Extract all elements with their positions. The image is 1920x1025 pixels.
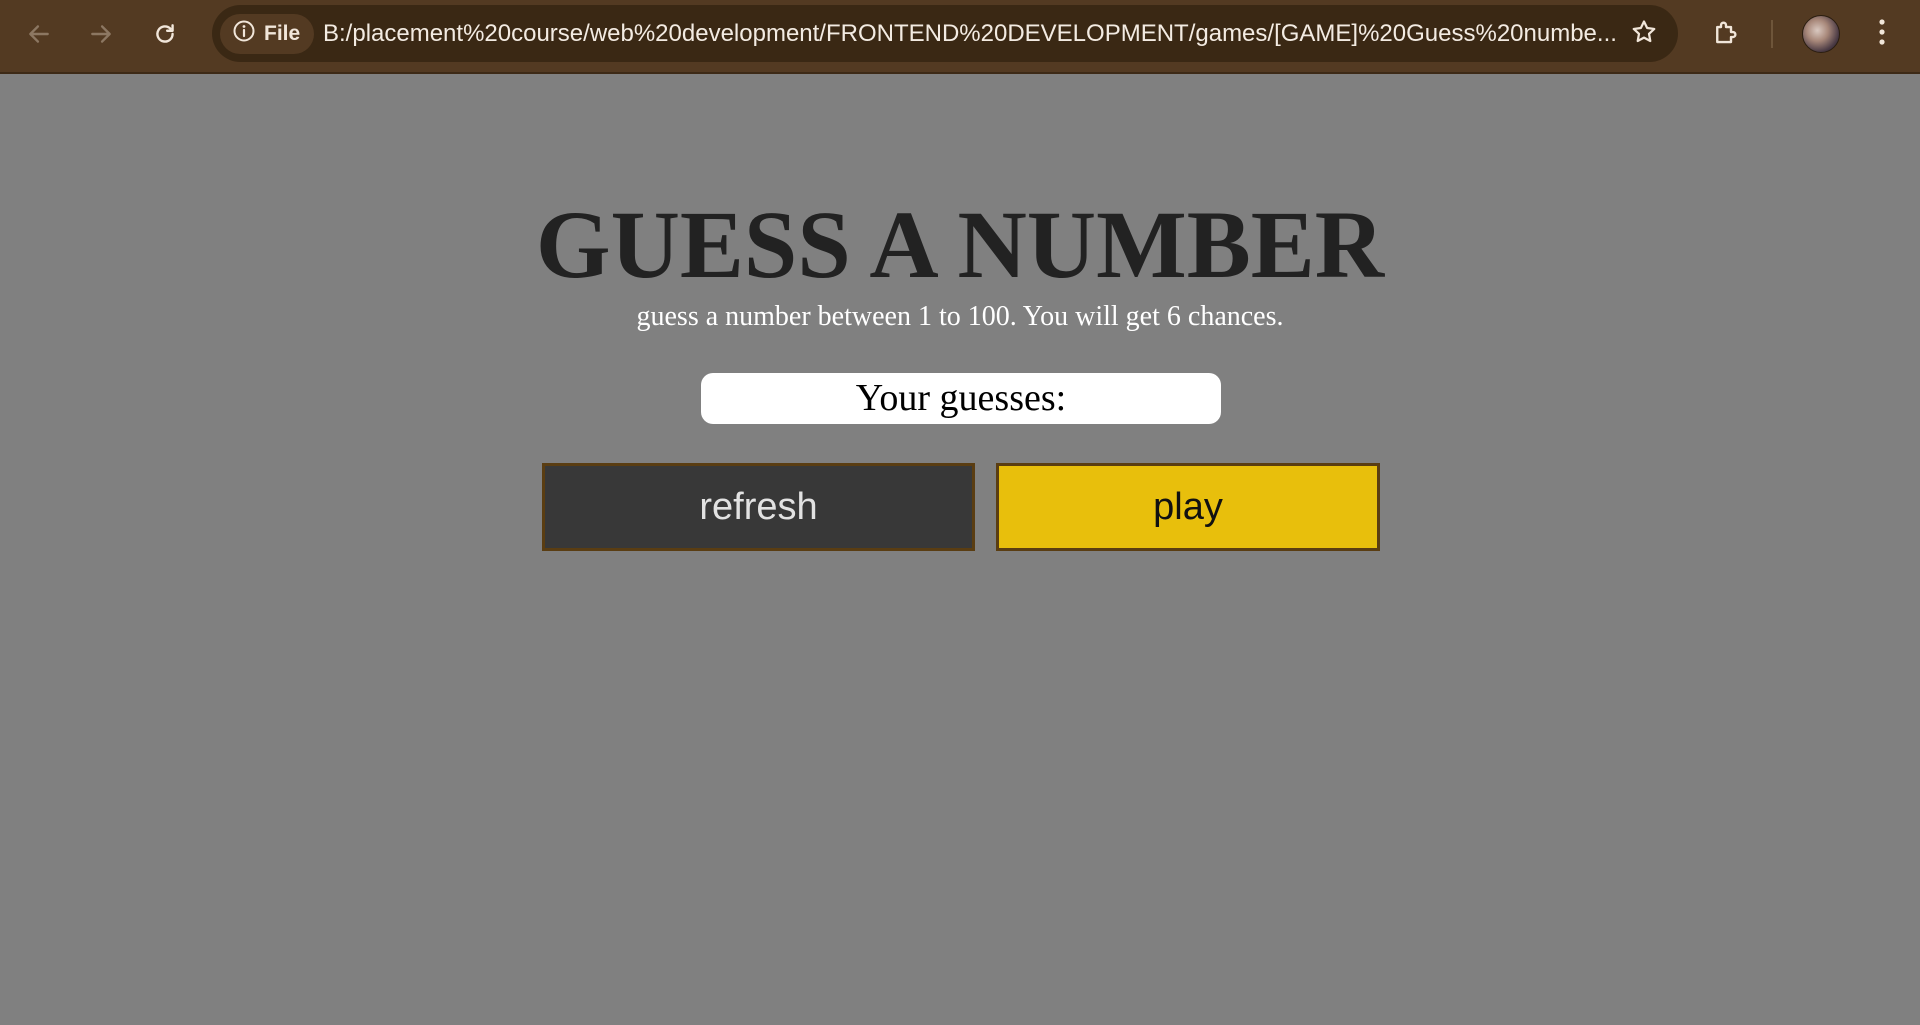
back-button[interactable] — [19, 14, 59, 54]
forward-arrow-icon — [88, 21, 114, 47]
site-info-chip[interactable]: File — [220, 14, 315, 54]
reload-button[interactable] — [145, 14, 185, 54]
bookmark-button[interactable] — [1626, 16, 1662, 52]
site-chip-label: File — [264, 22, 301, 45]
browser-menu-button[interactable] — [1864, 14, 1900, 54]
browser-toolbar: File B:/placement%20course/web%20develop… — [0, 0, 1920, 74]
address-bar[interactable]: File B:/placement%20course/web%20develop… — [212, 5, 1678, 62]
info-icon — [232, 19, 256, 49]
back-arrow-icon — [26, 21, 52, 47]
reload-icon — [152, 21, 178, 47]
kebab-menu-icon — [1878, 18, 1886, 50]
refresh-button[interactable]: refresh — [542, 463, 975, 551]
game-instructions: guess a number between 1 to 100. You wil… — [636, 301, 1284, 332]
forward-button[interactable] — [81, 14, 121, 54]
guesses-display: Your guesses: — [701, 373, 1221, 424]
toolbar-divider — [1771, 20, 1773, 48]
play-button[interactable]: play — [996, 463, 1380, 551]
extensions-button[interactable] — [1706, 14, 1746, 54]
url-text[interactable]: B:/placement%20course/web%20development/… — [323, 18, 1623, 50]
game-title: GUESS A NUMBER — [535, 191, 1385, 298]
profile-avatar[interactable] — [1802, 15, 1840, 53]
star-icon — [1630, 18, 1658, 50]
puzzle-icon — [1711, 17, 1741, 51]
game-page: GUESS A NUMBER guess a number between 1 … — [0, 76, 1920, 1025]
